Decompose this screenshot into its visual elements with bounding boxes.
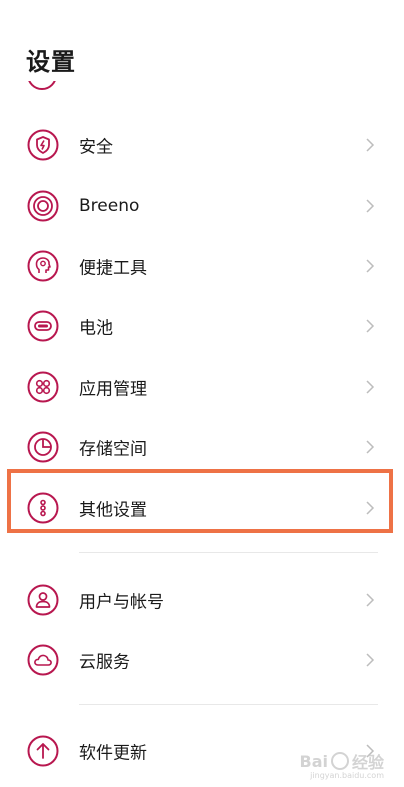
chevron-right-icon: [362, 652, 378, 668]
settings-item-storage[interactable]: 存储空间: [0, 417, 404, 477]
settings-item-battery[interactable]: 电池: [0, 296, 404, 356]
baidu-watermark: Bai 经验 jingyan.baidu.com: [299, 749, 385, 781]
settings-item-label: 安全: [79, 137, 113, 158]
settings-item-other-settings[interactable]: 其他设置: [0, 478, 404, 538]
chevron-right-icon: [362, 592, 378, 608]
app-grid-icon: [27, 371, 59, 403]
cloud-icon: [27, 644, 59, 676]
chevron-right-icon: [362, 318, 378, 334]
settings-item-app-management[interactable]: 应用管理: [0, 357, 404, 417]
settings-item-label: 应用管理: [79, 379, 147, 400]
section-divider: [79, 552, 378, 553]
watermark-site: jingyan.baidu.com: [310, 771, 384, 780]
settings-item-label: 其他设置: [79, 500, 147, 521]
watermark-brand: Bai: [299, 751, 328, 771]
head-bulb-icon: [27, 250, 59, 282]
watermark-suffix: 经验: [351, 753, 384, 772]
arrow-up-icon: [27, 735, 59, 767]
user-icon: [27, 584, 59, 616]
settings-item-security[interactable]: 安全: [0, 115, 404, 175]
pie-chart-icon: [27, 431, 59, 463]
paw-icon: [330, 752, 349, 770]
page-title: 设置: [26, 48, 76, 76]
settings-item-label: 用户与帐号: [79, 592, 164, 613]
settings-item-label: Breeno: [79, 196, 140, 216]
section-divider: [79, 704, 378, 705]
chevron-right-icon: [362, 500, 378, 516]
chevron-right-icon: [362, 137, 378, 153]
settings-item-label: 便捷工具: [79, 258, 147, 279]
chevron-right-icon: [362, 258, 378, 274]
settings-item-breeno[interactable]: Breeno: [0, 176, 404, 236]
settings-item-label: 软件更新: [79, 743, 147, 764]
shield-lightning-icon: [27, 129, 59, 161]
battery-icon: [27, 310, 59, 342]
settings-item-label: 云服务: [79, 652, 130, 673]
chevron-right-icon: [362, 198, 378, 214]
chevron-right-icon: [362, 379, 378, 395]
chevron-right-icon: [362, 439, 378, 455]
breeno-ring-icon: [27, 190, 59, 222]
settings-item-cloud-service[interactable]: 云服务: [0, 630, 404, 690]
settings-item-convenience-tools[interactable]: 便捷工具: [0, 236, 404, 296]
more-dots-icon: [27, 492, 59, 524]
settings-item-user-account[interactable]: 用户与帐号: [0, 570, 404, 630]
settings-item-label: 存储空间: [79, 439, 147, 460]
settings-item-label: 电池: [79, 318, 113, 339]
